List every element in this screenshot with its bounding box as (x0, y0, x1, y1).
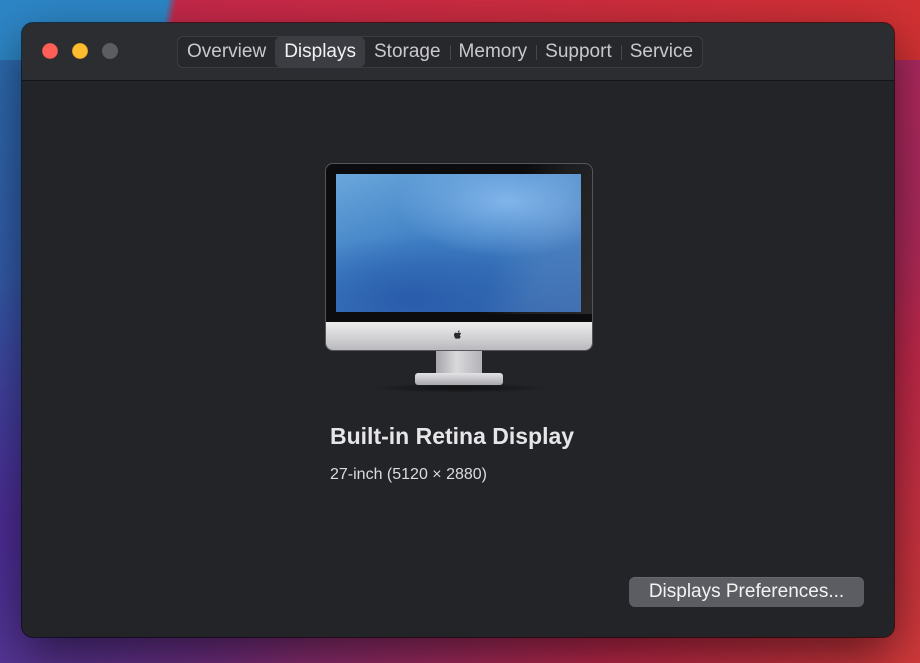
about-this-mac-window: Overview Displays Storage Memory Support… (22, 23, 894, 637)
tab-displays[interactable]: Displays (275, 37, 365, 67)
tab-bar: Overview Displays Storage Memory Support… (177, 36, 704, 68)
display-spec: 27-inch (5120 × 2880) (330, 466, 487, 483)
title-bar: Overview Displays Storage Memory Support… (22, 23, 894, 81)
imac-stand-foot (415, 373, 503, 385)
imac-chin (326, 322, 592, 350)
minimize-button[interactable] (72, 43, 88, 59)
imac-icon (325, 163, 593, 393)
zoom-button (102, 43, 118, 59)
tab-memory[interactable]: Memory (449, 37, 537, 67)
apple-logo-icon (453, 329, 463, 341)
display-name: Built-in Retina Display (330, 423, 575, 449)
tab-support[interactable]: Support (536, 37, 621, 67)
tab-overview[interactable]: Overview (178, 37, 275, 67)
close-button[interactable] (42, 43, 58, 59)
tab-service[interactable]: Service (620, 37, 702, 67)
imac-body (325, 163, 593, 351)
displays-preferences-button[interactable]: Displays Preferences... (629, 577, 864, 607)
tab-storage[interactable]: Storage (365, 37, 450, 67)
